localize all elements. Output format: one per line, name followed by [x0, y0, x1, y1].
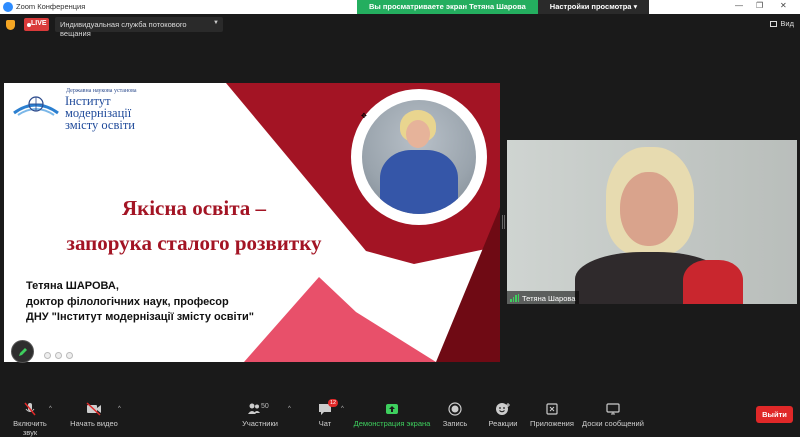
share-status-text: Вы просматриваете экран Тетяна Шарова — [357, 0, 538, 14]
institute-logo-icon — [13, 96, 59, 116]
live-badge[interactable]: LIVE — [24, 18, 49, 31]
participant-face — [620, 172, 678, 246]
shared-screen-slide: Державна наукова установа Інститут модер… — [4, 83, 500, 362]
apps-button[interactable]: Приложения — [528, 402, 576, 428]
slide-prev-control[interactable] — [44, 352, 51, 359]
participants-button[interactable]: 50 Участники — [240, 402, 280, 428]
participants-count: 50 — [261, 403, 269, 410]
chat-label: Чат — [318, 419, 332, 428]
participant-jacket — [683, 260, 743, 304]
leave-meeting-button[interactable]: Выйти — [756, 406, 793, 423]
slide-zoom-control[interactable] — [55, 352, 62, 359]
share-screen-button[interactable]: Демонстрация экрана — [352, 402, 432, 428]
slide-pink-shape — [244, 277, 436, 362]
mouse-pointer-icon: ✥ — [361, 113, 367, 120]
close-icon[interactable]: ✕ — [780, 1, 787, 10]
reactions-label: Реакции — [488, 419, 518, 428]
author-block: Тетяна ШАРОВА, доктор філологічних наук,… — [26, 279, 254, 326]
start-video-label: Начать видео — [70, 419, 118, 428]
participant-name: Тетяна Шарова — [522, 293, 576, 303]
record-label: Запись — [442, 419, 468, 428]
panel-resize-handle[interactable] — [502, 215, 505, 229]
speaker-portrait — [362, 100, 476, 214]
participant-namebar: Тетяна Шарова — [507, 291, 580, 304]
stream-service-dropdown[interactable]: Индивидуальная служба потокового вещания… — [55, 17, 223, 38]
zoom-logo-icon — [3, 2, 13, 12]
record-button[interactable]: Запись — [440, 402, 470, 428]
participants-label: Участники — [242, 419, 278, 428]
view-label: Вид — [780, 19, 794, 28]
logo-title: Інститут модернізації змісту освіти — [65, 95, 185, 132]
minimize-icon[interactable]: — — [735, 1, 743, 10]
author-affiliation: ДНУ "Інститут модернізації змісту освіти… — [26, 311, 254, 323]
participants-icon — [248, 403, 260, 414]
grid-icon — [770, 21, 778, 27]
apps-label: Приложения — [530, 419, 574, 428]
view-options-button[interactable]: Настройки просмотра ▾ — [537, 0, 650, 14]
chat-options-caret-icon[interactable]: ^ — [341, 406, 344, 412]
stream-service-label: Индивидуальная служба потокового вещания — [60, 20, 187, 38]
camera-off-icon — [86, 402, 101, 416]
chat-unread-badge: 12 — [328, 399, 339, 407]
apps-icon — [546, 403, 558, 415]
whiteboard-icon — [606, 403, 620, 415]
smile-plus-icon — [496, 403, 510, 415]
slide-title-line: Якісна освіта – — [121, 196, 267, 220]
live-dot-icon — [27, 22, 31, 27]
author-name: Тетяна ШАРОВА, — [26, 280, 119, 292]
video-options-caret-icon[interactable]: ^ — [118, 406, 121, 412]
mute-button[interactable]: Включить звук — [6, 402, 54, 437]
screen-share-banner: Вы просматриваете экран Тетяна Шарова На… — [357, 0, 650, 14]
mic-muted-icon — [24, 402, 36, 416]
slide-title-line: запорука сталого розвитку — [66, 231, 322, 255]
window-title: Zoom Конференция — [16, 2, 86, 11]
portrait-body — [380, 150, 458, 214]
slide-next-control[interactable] — [66, 352, 73, 359]
start-video-button[interactable]: Начать видео — [68, 402, 120, 428]
signal-strength-icon — [510, 294, 519, 302]
chat-button[interactable]: 12 Чат — [311, 399, 339, 428]
whiteboards-button[interactable]: Доски сообщений — [582, 402, 644, 428]
security-shield-icon[interactable] — [6, 20, 15, 30]
portrait-face — [406, 120, 430, 148]
share-screen-label: Демонстрация экрана — [353, 419, 431, 428]
meeting-topbar: LIVE Индивидуальная служба потокового ве… — [0, 14, 800, 38]
participant-video[interactable]: Тетяна Шарова — [507, 140, 797, 304]
mute-label: Включить звук — [13, 419, 47, 437]
meeting-toolbar: Включить звук ^ Начать видео ^ 50 Участн… — [0, 393, 800, 437]
audio-options-caret-icon[interactable]: ^ — [49, 406, 52, 412]
participants-icon-wrap: 50 — [245, 402, 275, 416]
author-degree: доктор філологічних наук, професор — [26, 295, 229, 308]
record-icon — [448, 402, 462, 416]
share-screen-icon — [386, 404, 398, 414]
view-options-label: Настройки просмотра — [549, 2, 632, 11]
participants-options-caret-icon[interactable]: ^ — [288, 406, 291, 412]
chevron-down-icon: ▼ — [213, 20, 219, 26]
chat-icon-wrap: 12 — [318, 399, 339, 416]
whiteboards-label: Доски сообщений — [582, 419, 644, 428]
slide-title: Якісна освіта – запорука сталого розвитк… — [4, 191, 384, 261]
pen-icon — [19, 348, 27, 356]
logo-line: змісту освіти — [65, 118, 136, 132]
restore-icon[interactable]: ❐ — [756, 1, 763, 10]
live-label: LIVE — [31, 20, 47, 27]
annotate-button[interactable] — [11, 340, 34, 363]
reactions-button[interactable]: Реакции — [486, 402, 520, 428]
view-button[interactable]: Вид — [770, 19, 794, 28]
